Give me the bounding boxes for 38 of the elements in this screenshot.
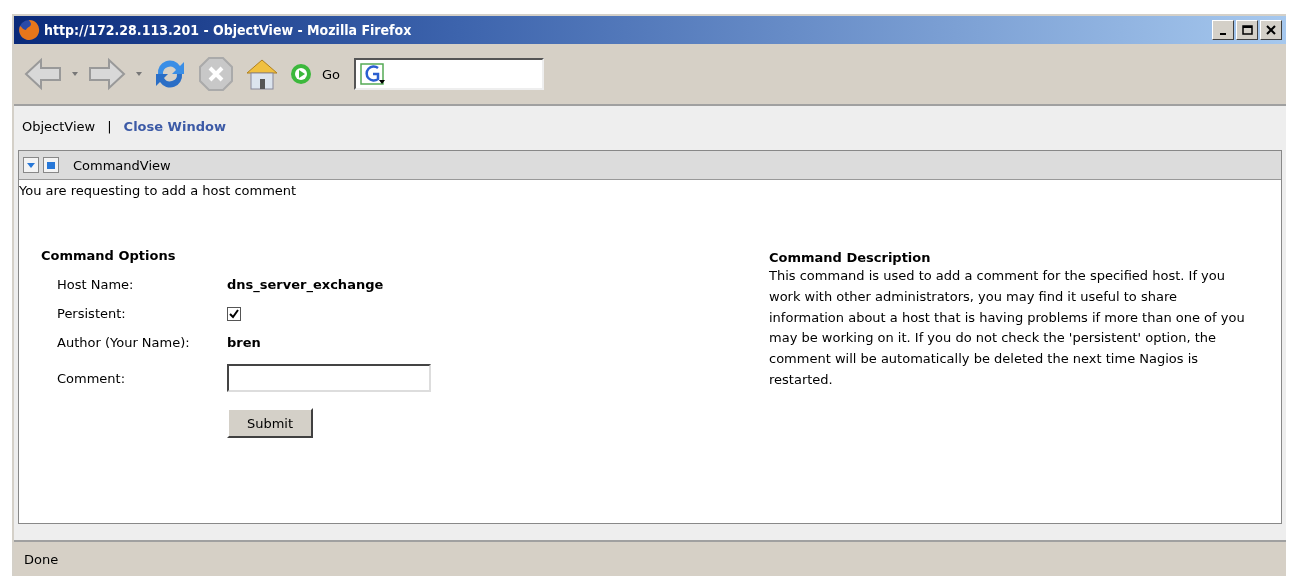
field-label: Comment: — [57, 370, 127, 386]
submit-button[interactable]: Submit — [227, 408, 313, 438]
panel-title: CommandView — [73, 157, 171, 173]
google-icon — [360, 63, 387, 85]
square-icon — [46, 160, 56, 170]
field-value: bren — [227, 335, 262, 350]
field-value: dns_server_exchange — [227, 277, 385, 292]
check-icon — [229, 308, 239, 319]
field-label: Persistent: — [57, 306, 127, 321]
go-icon[interactable] — [290, 63, 312, 85]
window-title: http://172.28.113.201 - ObjectView - Mozilla Firefox — [44, 22, 413, 38]
stop-icon[interactable] — [198, 56, 234, 92]
nav-label: ObjectView — [22, 118, 96, 134]
close-icon — [1265, 24, 1277, 36]
status-text: Done — [24, 551, 59, 567]
dropdown-arrow-icon[interactable] — [136, 72, 142, 76]
firefox-icon — [18, 19, 40, 41]
section-heading: Command Description — [769, 250, 932, 265]
search-field[interactable] — [354, 58, 545, 90]
checkbox[interactable] — [227, 306, 241, 321]
comment-field[interactable] — [227, 364, 431, 392]
field-label: Host Name: — [57, 277, 135, 292]
dropdown-arrow-icon[interactable] — [72, 72, 78, 76]
maximize-button[interactable] — [1236, 20, 1258, 40]
close-button[interactable] — [1260, 20, 1282, 40]
section-heading: Command Options — [41, 248, 177, 263]
go-label[interactable]: Go — [322, 66, 341, 82]
collapse-button[interactable] — [23, 157, 39, 173]
description-text: This command is used to add a comment for the specified host. If you work with other administrators, you may find it useful to share information about a host that is having problems if more than one of you may be working on it. If you do not check the 'persistent' option, the comment will be automatically be deleted the next time Nagios is restarted. — [769, 267, 1246, 389]
window-button[interactable] — [43, 157, 59, 173]
minimize-icon — [1220, 33, 1226, 35]
minimize-button[interactable] — [1212, 20, 1234, 40]
caret-icon — [26, 160, 36, 170]
separator: | — [107, 118, 112, 134]
intro-text: You are requesting to add a host comment — [19, 182, 298, 198]
maximize-icon — [1241, 24, 1253, 36]
close-window-link[interactable]: Close Window — [123, 118, 226, 134]
field-label: Author (Your Name): — [57, 335, 191, 350]
